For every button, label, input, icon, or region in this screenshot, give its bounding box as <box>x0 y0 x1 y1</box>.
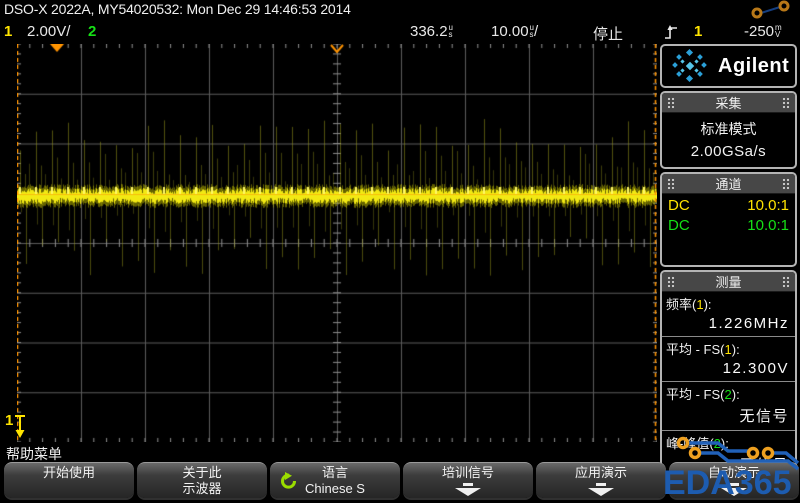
sample-rate: 2.00GSa/s <box>690 143 767 160</box>
acquisition-mode: 标准模式 <box>700 121 757 137</box>
watermark-text: EDA365 <box>663 464 792 502</box>
delay-readout: 336.2 u s <box>410 23 453 40</box>
channel1-number[interactable]: 1 <box>4 23 12 40</box>
channels-box: 通道 DC 10.0:1 DC 10.0:1 <box>660 172 797 267</box>
oscilloscope-screen: DSO-X 2022A, MY54020532: Mon Dec 29 14:4… <box>0 0 800 503</box>
run-state: 停止 <box>593 26 624 43</box>
side-panel: Agilent 采集 标准模式 2.00GSa/s 通道 DC 10.0:1 D… <box>660 44 797 484</box>
channel2-row: DC 10.0:1 <box>668 217 789 234</box>
trigger-source[interactable]: 1 <box>694 23 702 40</box>
ch1-ground-marker[interactable]: 1 <box>5 413 27 439</box>
grip-icon <box>667 177 675 190</box>
grip-icon <box>781 96 790 109</box>
acquisition-header: 采集 <box>662 93 795 113</box>
instrument-title: DSO-X 2022A, MY54020532: Mon Dec 29 14:4… <box>4 1 351 17</box>
channel1-row: DC 10.0:1 <box>668 197 789 214</box>
channels-header: 通道 <box>662 174 795 194</box>
measurements-header: 测量 <box>662 272 795 292</box>
softkey-language[interactable]: 语言 Chinese S <box>270 462 400 498</box>
measurement-avg-fs1: 平均 - FS(1): 12.300V <box>662 337 795 382</box>
brand-box: Agilent <box>660 44 797 88</box>
timebase-readout: 10.00 u s / <box>491 23 539 40</box>
channel2-number[interactable]: 2 <box>88 23 96 40</box>
menu-arrow-icon <box>596 483 606 486</box>
arrow-down-icon <box>15 415 26 438</box>
cycle-icon <box>281 472 297 489</box>
softkey-getting-started[interactable]: 开始使用 <box>4 462 134 498</box>
grip-icon <box>667 275 675 288</box>
grip-icon <box>781 275 790 288</box>
measurement-frequency: 频率(1): 1.226MHz <box>662 292 795 337</box>
grip-icon <box>781 177 790 190</box>
brand-name: Agilent <box>718 54 790 77</box>
agilent-spark-icon <box>672 48 707 83</box>
softkey-training-signals[interactable]: 培训信号 <box>403 462 533 498</box>
status-bar: 1 2.00V/ 2 336.2 u s 10.00 u s / 停止 1 -250 m V <box>0 20 800 44</box>
grip-icon <box>667 96 675 109</box>
menu-title: 帮助菜单 <box>6 446 62 462</box>
channel1-scale[interactable]: 2.00V/ <box>27 23 70 40</box>
softkey-about-scope[interactable]: 关于此 示波器 <box>137 462 267 498</box>
menu-arrow-icon <box>463 483 473 486</box>
acquisition-box: 采集 标准模式 2.00GSa/s <box>660 91 797 169</box>
waveform-display <box>17 44 657 442</box>
edge-trigger-icon <box>665 25 677 39</box>
watermark-circuit-top <box>751 0 790 19</box>
